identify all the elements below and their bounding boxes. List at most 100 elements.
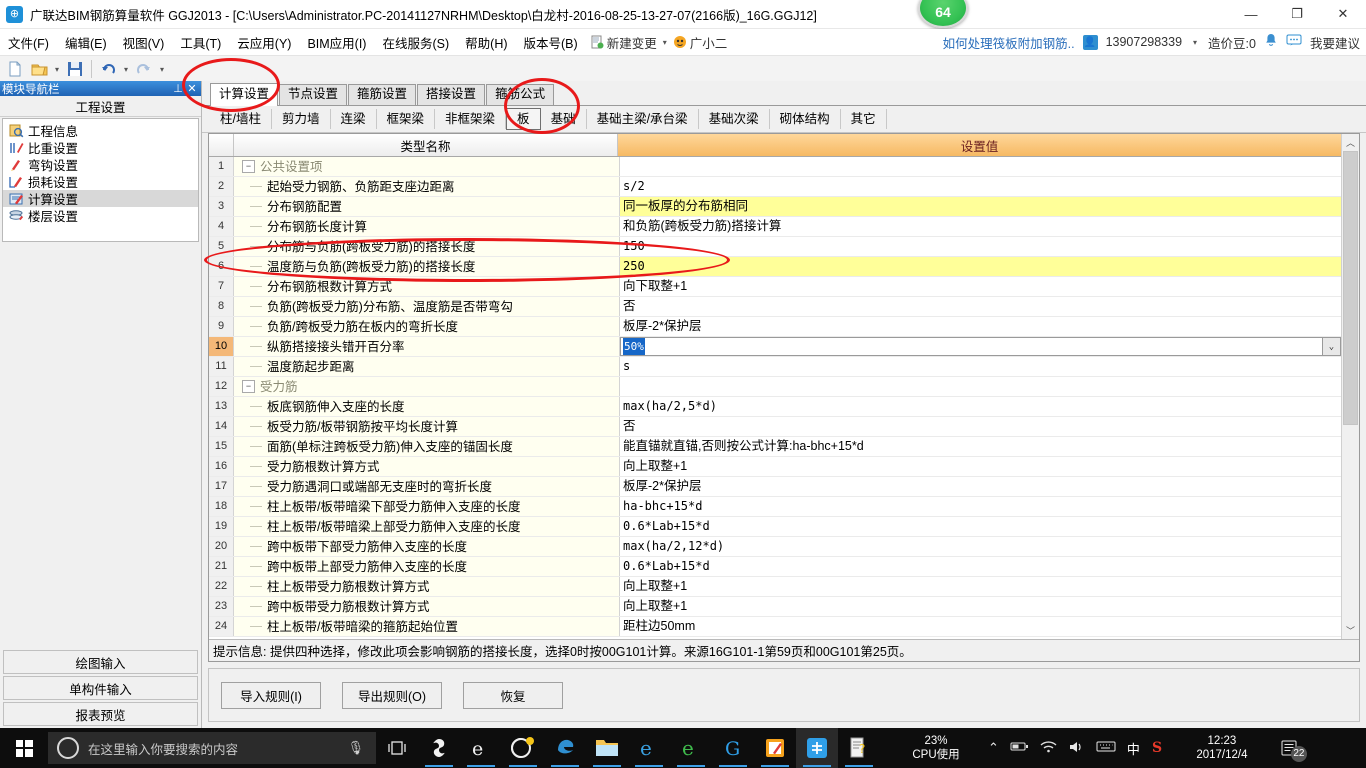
battery-icon[interactable]: [1010, 740, 1029, 756]
app-icon-browser-spiral[interactable]: [502, 728, 544, 768]
start-button[interactable]: [0, 728, 48, 768]
tree-item-weight-settings[interactable]: 比重设置: [3, 139, 198, 156]
minimize-button[interactable]: —: [1228, 0, 1274, 28]
row-setting-value[interactable]: 向上取整+1: [620, 597, 1341, 616]
table-row[interactable]: 18 柱上板带/板带暗梁下部受力筋伸入支座的长度 ha-bhc+15*d: [209, 497, 1341, 517]
bell-icon[interactable]: [1264, 33, 1278, 51]
new-file-icon[interactable]: [4, 58, 26, 80]
scroll-track[interactable]: [1342, 151, 1359, 622]
row-setting-value[interactable]: s: [620, 357, 1341, 376]
table-row[interactable]: 11 温度筋起步距离 s: [209, 357, 1341, 377]
menu-help[interactable]: 帮助(H): [457, 30, 515, 55]
maximize-button[interactable]: ❐: [1274, 0, 1320, 28]
open-file-icon[interactable]: [28, 58, 50, 80]
redo-chevron-down-icon[interactable]: ▾: [157, 65, 167, 74]
row-setting-value[interactable]: s/2: [620, 177, 1341, 196]
app-icon-360-browser[interactable]: e: [670, 728, 712, 768]
table-row[interactable]: 13 板底钢筋伸入支座的长度 max(ha/2,5*d): [209, 397, 1341, 417]
app-icon-ie[interactable]: e: [628, 728, 670, 768]
draw-input-button[interactable]: 绘图输入: [3, 650, 198, 674]
collapse-expander-icon[interactable]: −: [242, 380, 255, 393]
row-setting-value[interactable]: 否: [620, 297, 1341, 316]
report-preview-button[interactable]: 报表预览: [3, 702, 198, 726]
assistant-label[interactable]: 广小二: [690, 33, 728, 52]
row-setting-value[interactable]: 同一板厚的分布筋相同: [620, 197, 1341, 216]
table-row[interactable]: 8 负筋(跨板受力筋)分布筋、温度筋是否带弯勾 否: [209, 297, 1341, 317]
clock[interactable]: 12:23 2017/12/4: [1183, 734, 1261, 762]
table-row[interactable]: 6 温度筋与负筋(跨板受力筋)的搭接长度 250: [209, 257, 1341, 277]
table-row[interactable]: 22 柱上板带受力筋根数计算方式 向上取整+1: [209, 577, 1341, 597]
tab-foundation[interactable]: 基础: [541, 109, 587, 129]
app-icon-ggj2013[interactable]: [796, 728, 838, 768]
tab-foundation-sec-beam[interactable]: 基础次梁: [699, 109, 770, 129]
app-icon-notepad[interactable]: [754, 728, 796, 768]
app-icon-help-doc[interactable]: ?: [838, 728, 880, 768]
table-row[interactable]: 10 纵筋搭接接头错开百分率 50% ⌄: [209, 337, 1341, 357]
row-setting-value[interactable]: 0.6*Lab+15*d: [620, 517, 1341, 536]
close-button[interactable]: ✕: [1320, 0, 1366, 28]
tree-item-hook-settings[interactable]: 弯钩设置: [3, 156, 198, 173]
app-icon-ie-old[interactable]: e: [460, 728, 502, 768]
row-setting-value[interactable]: 250: [620, 257, 1341, 276]
row-setting-value[interactable]: ha-bhc+15*d: [620, 497, 1341, 516]
tray-chevron-up-icon[interactable]: ⌃: [988, 740, 999, 756]
tree-item-loss-settings[interactable]: 损耗设置: [3, 173, 198, 190]
tree-item-calc-settings[interactable]: 计算设置: [3, 190, 198, 207]
export-rules-button[interactable]: 导出规则(O): [342, 681, 442, 709]
menu-online[interactable]: 在线服务(S): [374, 30, 457, 55]
tab-others[interactable]: 其它: [841, 109, 887, 129]
table-row[interactable]: 15 面筋(单标注跨板受力筋)伸入支座的锚固长度 能直锚就直锚,否则按公式计算:ha…: [209, 437, 1341, 457]
collapse-expander-icon[interactable]: −: [242, 160, 255, 173]
row-setting-value[interactable]: 0.6*Lab+15*d: [620, 557, 1341, 576]
pin-icon[interactable]: ⊥: [171, 82, 185, 95]
tab-column-wall[interactable]: 柱/墙柱: [210, 109, 272, 129]
row-setting-value[interactable]: 能直锚就直锚,否则按公式计算:ha-bhc+15*d: [620, 437, 1341, 456]
tree-item-floor-settings[interactable]: 楼层设置: [3, 207, 198, 224]
account-phone[interactable]: 13907298339: [1106, 35, 1182, 49]
table-row[interactable]: 20 跨中板带下部受力筋伸入支座的长度 max(ha/2,12*d): [209, 537, 1341, 557]
tab-coupling-beam[interactable]: 连梁: [331, 109, 377, 129]
task-view-icon[interactable]: [376, 728, 418, 768]
tab-calc-settings[interactable]: 计算设置: [210, 83, 279, 106]
single-member-button[interactable]: 单构件输入: [3, 676, 198, 700]
menu-view[interactable]: 视图(V): [115, 30, 173, 55]
undo-icon[interactable]: [97, 58, 119, 80]
table-row[interactable]: 21 跨中板带上部受力筋伸入支座的长度 0.6*Lab+15*d: [209, 557, 1341, 577]
row-setting-value[interactable]: 否: [620, 417, 1341, 436]
table-row[interactable]: 12− 受力筋: [209, 377, 1341, 397]
table-row[interactable]: 16 受力筋根数计算方式 向上取整+1: [209, 457, 1341, 477]
suggest-label[interactable]: 我要建议: [1310, 33, 1360, 52]
tab-stirrup-formula[interactable]: 箍筋公式: [486, 84, 555, 105]
row-setting-value[interactable]: 150: [620, 237, 1341, 256]
row-setting-value[interactable]: 50% ⌄: [620, 337, 1341, 356]
scroll-down-icon[interactable]: ﹀: [1342, 622, 1359, 639]
scroll-up-icon[interactable]: ︿: [1342, 134, 1359, 151]
row-setting-value[interactable]: 向上取整+1: [620, 577, 1341, 596]
menu-file[interactable]: 文件(F): [0, 30, 57, 55]
tab-lap-settings[interactable]: 搭接设置: [417, 84, 486, 105]
row-setting-value[interactable]: [620, 157, 1341, 176]
redo-icon[interactable]: [133, 58, 155, 80]
row-setting-value[interactable]: 和负筋(跨板受力筋)搭接计算: [620, 217, 1341, 236]
menu-cloud[interactable]: 云应用(Y): [229, 30, 299, 55]
table-row[interactable]: 24 柱上板带/板带暗梁的箍筋起始位置 距柱边50mm: [209, 617, 1341, 637]
table-row[interactable]: 23 跨中板带受力筋根数计算方式 向上取整+1: [209, 597, 1341, 617]
table-row[interactable]: 1− 公共设置项: [209, 157, 1341, 177]
chevron-down-icon[interactable]: ▾: [660, 38, 670, 47]
table-row[interactable]: 19 柱上板带/板带暗梁上部受力筋伸入支座的长度 0.6*Lab+15*d: [209, 517, 1341, 537]
row-setting-value[interactable]: 距柱边50mm: [620, 617, 1341, 636]
feedback-icon[interactable]: [1286, 34, 1302, 50]
table-row[interactable]: 4 分布钢筋长度计算 和负筋(跨板受力筋)搭接计算: [209, 217, 1341, 237]
help-tip-link[interactable]: 如何处理筏板附加钢筋..: [943, 33, 1075, 52]
undo-chevron-down-icon[interactable]: ▾: [121, 65, 131, 74]
volume-icon[interactable]: [1068, 740, 1085, 757]
panel-close-icon[interactable]: ✕: [185, 82, 199, 95]
app-icon-edge[interactable]: [544, 728, 586, 768]
table-row[interactable]: 14 板受力筋/板带钢筋按平均长度计算 否: [209, 417, 1341, 437]
restore-button[interactable]: 恢复: [463, 681, 563, 709]
row-setting-value[interactable]: 向上取整+1: [620, 457, 1341, 476]
microphone-icon[interactable]: 🎙: [347, 740, 364, 756]
tab-foundation-main-beam[interactable]: 基础主梁/承台梁: [587, 109, 699, 129]
menu-bim[interactable]: BIM应用(I): [299, 30, 374, 55]
row-setting-value[interactable]: [620, 377, 1341, 396]
